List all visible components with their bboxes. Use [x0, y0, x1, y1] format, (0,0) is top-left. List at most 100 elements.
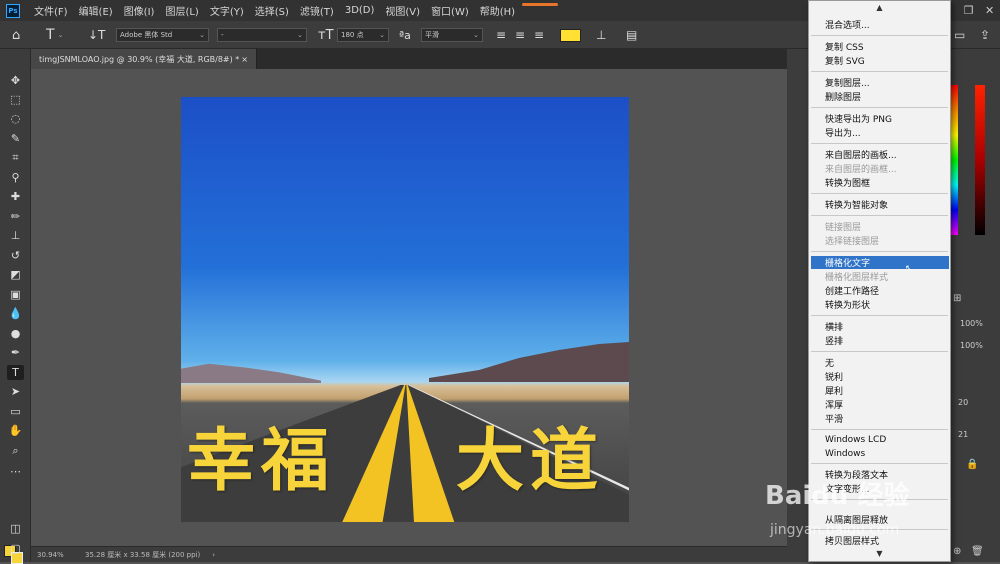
font-family-select[interactable]: Adobe 黑体 Std ⌄	[116, 28, 209, 42]
menu-aa-none[interactable]: 无	[809, 356, 950, 369]
photoshop-logo: Ps	[6, 3, 20, 18]
new-layer-icon[interactable]: ⊕	[953, 546, 961, 557]
delete-layer-icon[interactable]: 🗑	[971, 546, 984, 557]
marquee-tool-icon[interactable]: ⬚	[7, 92, 24, 107]
quick-mask-icon[interactable]: ◫	[7, 521, 24, 536]
brush-tool-icon[interactable]: ✏	[7, 209, 24, 224]
close-window-icon[interactable]: ✕	[985, 4, 994, 17]
crop-tool-icon[interactable]: ⌗	[7, 150, 24, 165]
menu-export-as[interactable]: 导出为...	[809, 126, 950, 139]
screen-mode-icon[interactable]: ▢	[7, 541, 24, 556]
share-icon[interactable]: ⇪	[980, 26, 990, 44]
align-center-icon[interactable]: ≡	[515, 26, 525, 44]
home-icon[interactable]: ⌂	[12, 26, 20, 44]
type-tool-icon[interactable]: T	[7, 365, 24, 380]
gradient-tool-icon[interactable]: ▣	[7, 287, 24, 302]
character-panel-icon[interactable]: ▤	[626, 26, 637, 44]
toggle-text-orientation-icon[interactable]: ↓T	[88, 26, 105, 44]
menu-horizontal[interactable]: 横排	[809, 320, 950, 333]
text-color-swatch[interactable]	[560, 29, 581, 42]
type-tool-preset-icon[interactable]: T ⌄	[46, 26, 63, 44]
menu-aa-sharp[interactable]: 锐利	[809, 370, 950, 383]
menu-windows[interactable]: Windows	[809, 447, 950, 460]
menu-type[interactable]: 文字(Y)	[204, 3, 249, 18]
layer-number: 20	[958, 398, 969, 407]
menu-convert-to-frame[interactable]: 转换为图框	[809, 176, 950, 189]
restore-icon[interactable]: ❐	[964, 4, 974, 17]
eraser-tool-icon[interactable]: ◩	[7, 267, 24, 282]
menu-select[interactable]: 选择(S)	[249, 3, 294, 18]
align-left-icon[interactable]: ≡	[496, 26, 506, 44]
menu-separator	[811, 463, 948, 464]
more-tools-icon[interactable]: ⋯	[7, 464, 24, 479]
fill-value[interactable]: 100%	[960, 341, 983, 350]
move-tool-icon[interactable]: ✥	[7, 73, 24, 88]
opacity-value[interactable]: 100%	[960, 319, 983, 328]
lasso-tool-icon[interactable]: ◌	[7, 111, 24, 126]
menu-aa-strong[interactable]: 浑厚	[809, 398, 950, 411]
healing-brush-tool-icon[interactable]: ✚	[7, 189, 24, 204]
loading-indicator	[522, 3, 558, 6]
menu-rasterize-type[interactable]: 栅格化文字	[811, 256, 949, 269]
menu-link-layers: 链接图层	[825, 223, 862, 233]
menu-convert-to-shape[interactable]: 转换为形状	[809, 298, 950, 311]
menu-view[interactable]: 视图(V)	[379, 3, 425, 18]
watermark-url: jingyan.baidu.com	[770, 522, 900, 538]
menu-separator	[811, 351, 948, 352]
scroll-up-icon[interactable]: ▲	[809, 3, 950, 12]
menu-vertical[interactable]: 竖排	[809, 334, 950, 347]
menu-window[interactable]: 窗口(W)	[425, 3, 474, 18]
menu-image[interactable]: 图像(I)	[118, 3, 160, 18]
menu-artboard-from-layers[interactable]: 来自图层的画板...	[809, 148, 950, 161]
pen-tool-icon[interactable]: ✒	[7, 345, 24, 360]
font-size-value: 180 点	[341, 31, 364, 39]
stamp-tool-icon[interactable]: ⊥	[7, 228, 24, 243]
menu-duplicate-layer[interactable]: 复制图层...	[809, 76, 950, 89]
quick-select-tool-icon[interactable]: ✎	[7, 131, 24, 146]
menu-edit[interactable]: 编辑(E)	[73, 3, 118, 18]
document-tab-title: timgJSNMLOAO.jpg @ 30.9% (幸福 大道, RGB/8#)…	[39, 54, 240, 64]
align-right-icon[interactable]: ≡	[534, 26, 544, 44]
scroll-down-icon[interactable]: ▼	[809, 549, 950, 558]
hand-tool-icon[interactable]: ✋	[7, 423, 24, 438]
menu-3d[interactable]: 3D(D)	[339, 5, 380, 16]
color-picker-field[interactable]	[975, 85, 985, 235]
menu-separator	[811, 251, 948, 252]
lock-icon: 🔒	[966, 459, 979, 470]
menu-convert-smart-object[interactable]: 转换为智能对象	[809, 198, 950, 211]
menu-delete-layer[interactable]: 删除图层	[809, 90, 950, 103]
workspace-icon[interactable]: ▭	[954, 26, 965, 44]
zoom-level[interactable]: 30.94%	[37, 551, 81, 559]
warp-text-icon[interactable]: ⊥	[596, 26, 606, 44]
history-brush-tool-icon[interactable]: ↺	[7, 248, 24, 263]
document-image[interactable]: 幸福 大道	[181, 97, 629, 522]
text-layer[interactable]: 幸福 大道	[181, 409, 629, 501]
font-size-select[interactable]: 180 点 ⌄	[337, 28, 389, 42]
chevron-right-icon[interactable]: ›	[212, 551, 215, 559]
menu-filter[interactable]: 滤镜(T)	[294, 3, 339, 18]
antialias-select[interactable]: 平滑 ⌄	[421, 28, 483, 42]
path-select-tool-icon[interactable]: ➤	[7, 384, 24, 399]
menu-create-work-path[interactable]: 创建工作路径	[809, 284, 950, 297]
menu-help[interactable]: 帮助(H)	[474, 3, 520, 18]
blur-tool-icon[interactable]: 💧	[7, 306, 24, 321]
hue-slider[interactable]	[950, 85, 958, 235]
menu-layer[interactable]: 图层(L)	[159, 3, 203, 18]
menu-copy-css[interactable]: 复制 CSS	[809, 40, 950, 53]
close-icon[interactable]: ×	[241, 55, 248, 64]
menu-blending-options[interactable]: 混合选项...	[809, 18, 950, 31]
layers-panel-icon[interactable]: ⊞	[953, 293, 961, 304]
document-tab[interactable]: timgJSNMLOAO.jpg @ 30.9% (幸福 大道, RGB/8#)…	[31, 49, 257, 69]
menu-copy-svg[interactable]: 复制 SVG	[809, 54, 950, 67]
eyedropper-tool-icon[interactable]: ⚲	[7, 170, 24, 185]
font-style-select[interactable]: - ⌄	[217, 28, 307, 42]
menu-aa-crisp[interactable]: 犀利	[809, 384, 950, 397]
menu-quick-export-png[interactable]: 快速导出为 PNG	[809, 112, 950, 125]
zoom-tool-icon[interactable]: ⌕	[7, 443, 24, 458]
menu-aa-smooth[interactable]: 平滑	[809, 412, 950, 425]
status-bar: 30.94% 35.28 厘米 x 33.58 厘米 (200 ppi) ›	[31, 546, 808, 562]
menu-file[interactable]: 文件(F)	[28, 3, 73, 18]
menu-windows-lcd[interactable]: Windows LCD	[809, 433, 950, 446]
rectangle-tool-icon[interactable]: ▭	[7, 404, 24, 419]
dodge-tool-icon[interactable]: ●	[7, 326, 24, 341]
